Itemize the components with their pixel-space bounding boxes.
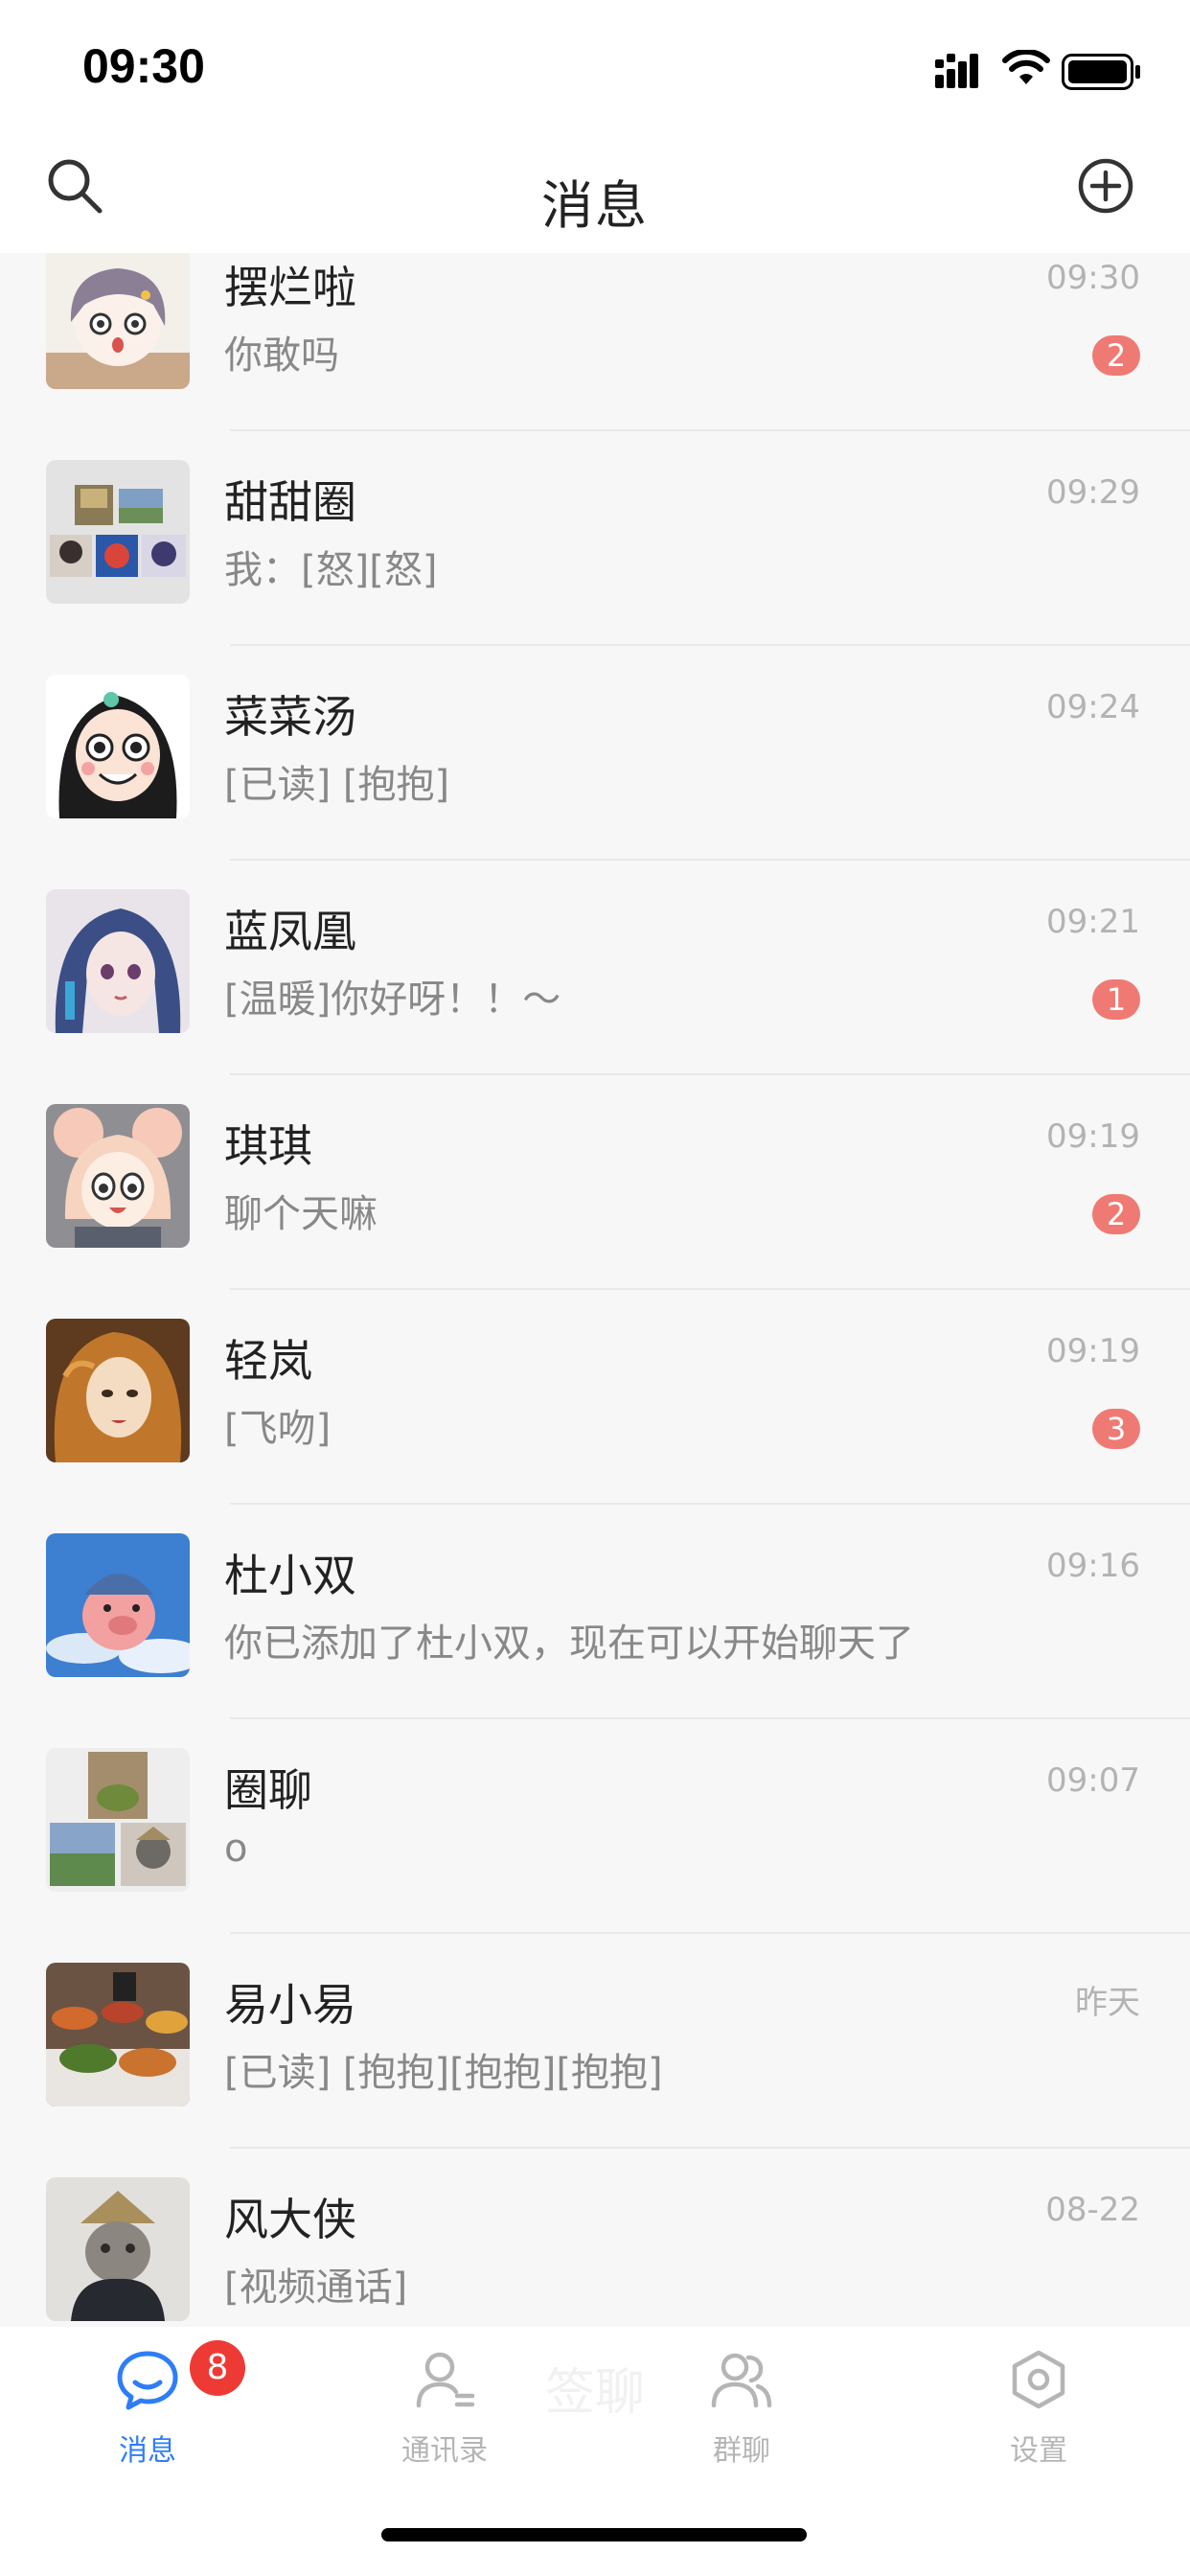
conversation-item[interactable]: 易小易 [已读] [抱抱][抱抱][抱抱] 昨天 <box>0 1934 1190 2149</box>
contact-name: 甜甜圈 <box>224 476 356 528</box>
avatar <box>46 1319 190 1462</box>
message-preview: 你已添加了杜小双，现在可以开始聊天了 <box>224 1622 914 1666</box>
tab-messages[interactable]: 消息 8 <box>52 2340 245 2490</box>
status-bar: 09:30 <box>0 0 1190 134</box>
avatar <box>46 675 190 818</box>
settings-icon <box>1012 2350 1065 2409</box>
message-preview: [视频通话] <box>224 2266 408 2310</box>
message-time: 09:29 <box>1046 473 1140 512</box>
conversation-item[interactable]: 摆烂啦 你敢吗 09:30 2 <box>0 253 1190 431</box>
tab-group-chat[interactable]: 群聊 <box>646 2346 837 2490</box>
message-preview: o <box>224 1827 248 1871</box>
message-time: 09:24 <box>1046 688 1140 726</box>
message-time: 昨天 <box>1075 1984 1140 2022</box>
contacts-icon <box>416 2352 475 2408</box>
conversation-item[interactable]: 风大侠 [视频通话] 08-22 <box>0 2149 1190 2327</box>
avatar <box>46 1104 190 1248</box>
message-time: 09:21 <box>1046 903 1140 941</box>
header-bar: 消息 <box>0 134 1190 253</box>
contact-name: 轻岚 <box>224 1335 312 1387</box>
tab-badge: 8 <box>190 2340 245 2396</box>
tab-label: 群聊 <box>713 2434 770 2468</box>
message-time: 09:30 <box>1046 259 1140 297</box>
message-time: 09:19 <box>1046 1332 1140 1370</box>
unread-badge: 2 <box>1092 335 1140 376</box>
contact-name: 风大侠 <box>224 2194 356 2245</box>
tab-contacts[interactable]: 通讯录 <box>349 2346 540 2490</box>
chat-bubble-icon <box>117 2351 178 2410</box>
conversation-item[interactable]: 蓝凤凰 [温暖]你好呀！！～ 09:21 1 <box>0 861 1190 1075</box>
contact-name: 菜菜汤 <box>224 691 356 743</box>
message-preview: [温暖]你好呀！！～ <box>224 978 561 1022</box>
contact-name: 琪琪 <box>224 1120 312 1172</box>
conversation-list[interactable]: 摆烂啦 你敢吗 09:30 2 甜甜圈 我：[怒][怒] 09:29 菜菜汤 [… <box>0 253 1190 2327</box>
unread-badge: 2 <box>1092 1194 1140 1234</box>
unread-badge: 3 <box>1092 1409 1140 1449</box>
page-title: 消息 <box>541 175 649 236</box>
contact-name: 蓝凤凰 <box>224 906 356 957</box>
conversation-item[interactable]: 甜甜圈 我：[怒][怒] 09:29 <box>0 431 1190 646</box>
group-avatar <box>46 460 190 604</box>
avatar <box>46 1533 190 1677</box>
message-preview: [已读] [抱抱] <box>224 763 450 807</box>
message-time: 09:19 <box>1046 1117 1140 1156</box>
contact-name: 圈聊 <box>224 1764 312 1816</box>
conversation-item[interactable]: 轻岚 [飞吻] 09:19 3 <box>0 1290 1190 1505</box>
conversation-item[interactable]: 菜菜汤 [已读] [抱抱] 09:24 <box>0 646 1190 861</box>
tab-label: 设置 <box>1010 2434 1067 2468</box>
message-time: 09:16 <box>1046 1547 1140 1585</box>
signal-icon <box>935 54 978 88</box>
battery-icon <box>1062 54 1140 90</box>
avatar <box>46 2177 190 2321</box>
status-time: 09:30 <box>82 39 205 93</box>
contact-name: 摆烂啦 <box>224 262 356 313</box>
conversation-item[interactable]: 琪琪 聊个天嘛 09:19 2 <box>0 1075 1190 1290</box>
conversation-item[interactable]: 圈聊 o 09:07 <box>0 1719 1190 1934</box>
unread-badge: 1 <box>1092 979 1140 1020</box>
tab-label: 消息 <box>119 2434 176 2468</box>
message-preview: 你敢吗 <box>224 334 339 378</box>
group-icon <box>711 2353 772 2408</box>
add-icon[interactable] <box>1077 157 1134 215</box>
group-avatar <box>46 1748 190 1892</box>
home-indicator[interactable] <box>381 2528 807 2542</box>
tab-settings[interactable]: 设置 <box>943 2346 1134 2490</box>
message-preview: [飞吻] <box>224 1407 332 1451</box>
contact-name: 易小易 <box>224 1979 356 2031</box>
tab-label: 通讯录 <box>401 2434 488 2468</box>
contact-name: 杜小双 <box>224 1550 356 1601</box>
avatar <box>46 889 190 1033</box>
wifi-icon <box>1002 50 1050 84</box>
message-preview: [已读] [抱抱][抱抱][抱抱] <box>224 2051 663 2095</box>
message-preview: 我：[怒][怒] <box>224 548 438 592</box>
message-time: 08-22 <box>1045 2191 1140 2229</box>
avatar <box>46 253 190 389</box>
message-preview: 聊个天嘛 <box>224 1192 378 1236</box>
conversation-item[interactable]: 杜小双 你已添加了杜小双，现在可以开始聊天了 09:16 <box>0 1505 1190 1719</box>
avatar <box>46 1963 190 2106</box>
message-time: 09:07 <box>1046 1761 1140 1800</box>
